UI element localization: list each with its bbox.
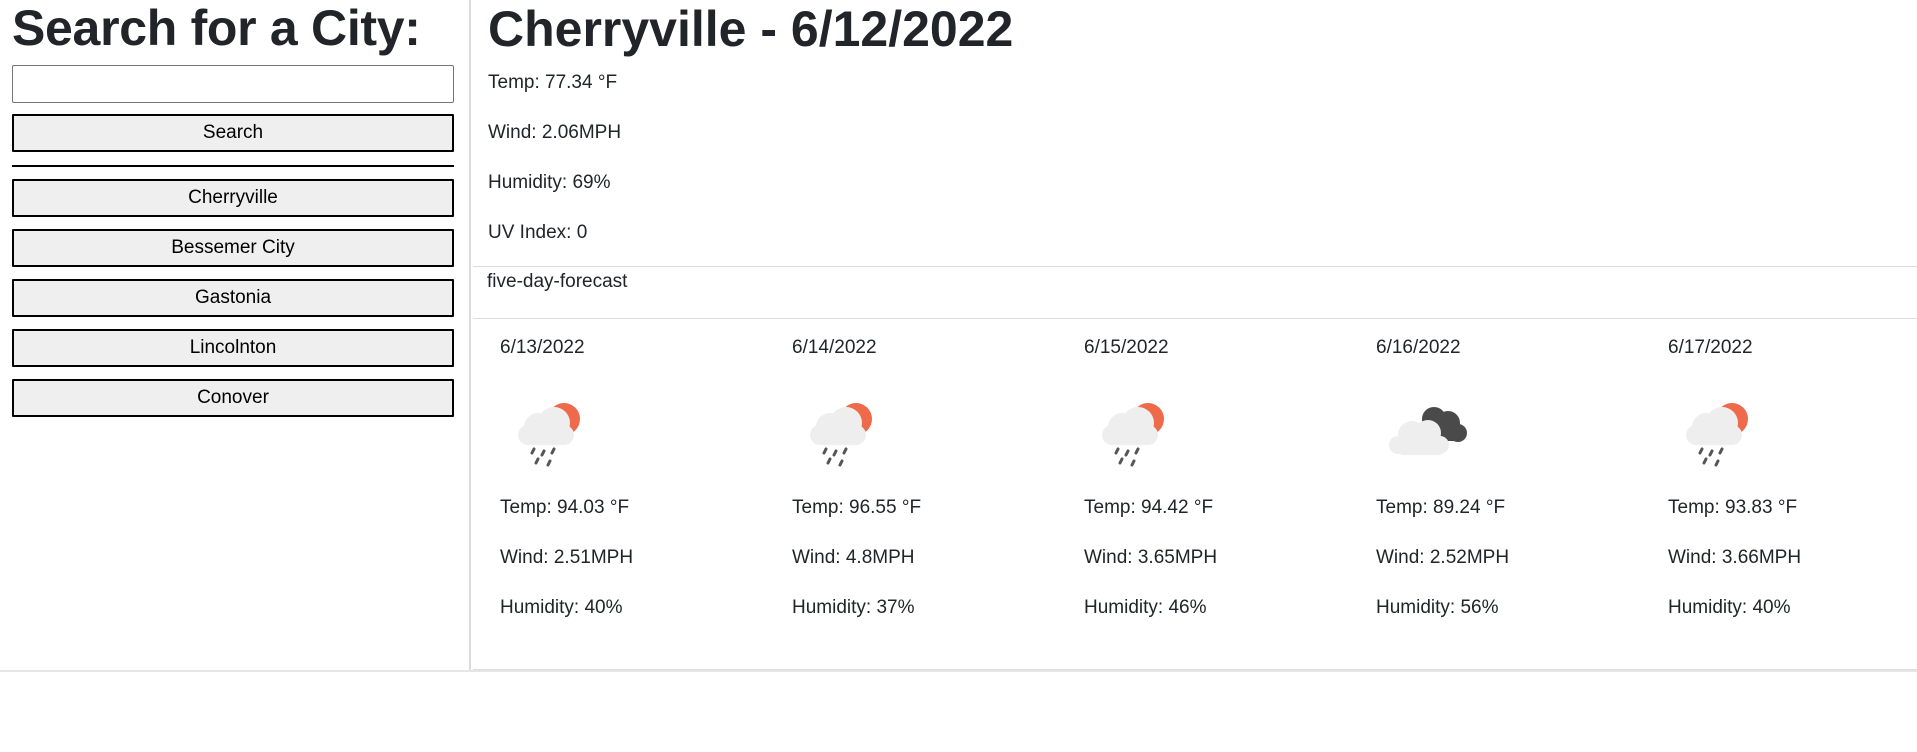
- forecast-date: 6/17/2022: [1668, 337, 1753, 358]
- current-city-title: Cherryville - 6/12/2022: [488, 1, 1014, 57]
- history-button-conover[interactable]: Conover: [12, 379, 454, 417]
- rain-sun-icon: [1686, 403, 1748, 467]
- forecast-humidity: Humidity: 37%: [792, 597, 915, 618]
- forecast-wind: Wind: 2.51MPH: [500, 547, 634, 568]
- forecast-humidity: Humidity: 40%: [1668, 597, 1791, 618]
- weather-dashboard: Search for a City: Search Cherryville Be…: [0, 0, 1917, 752]
- forecast-humidity: Humidity: 40%: [500, 597, 623, 618]
- history-button-cherryville[interactable]: Cherryville: [12, 179, 454, 217]
- search-sidebar: Search for a City: Search Cherryville Be…: [0, 0, 471, 672]
- forecast-wind: Wind: 4.8MPH: [792, 547, 915, 568]
- history-button-gastonia[interactable]: Gastonia: [12, 279, 454, 317]
- city-search-input[interactable]: [12, 65, 454, 103]
- current-wind: Wind: 2.06MPH: [488, 122, 622, 143]
- forecast-card: 6/16/2022 Temp: 89.24 °F Wind: 2.52MPH H…: [1349, 319, 1641, 669]
- forecast-date: 6/16/2022: [1376, 337, 1461, 358]
- rain-sun-icon: [1102, 403, 1164, 467]
- rain-sun-icon: [810, 403, 872, 467]
- forecast-date: 6/15/2022: [1084, 337, 1169, 358]
- forecast-row: 6/13/2022 Temp: 94.03 °F Wind: 2.51MPH H…: [473, 319, 1917, 671]
- forecast-date: 6/13/2022: [500, 337, 585, 358]
- search-title: Search for a City:: [12, 0, 421, 56]
- search-history-list: Cherryville Bessemer City Gastonia Linco…: [12, 179, 469, 417]
- forecast-card: 6/13/2022 Temp: 94.03 °F Wind: 2.51MPH H…: [473, 319, 765, 669]
- weather-main: Cherryville - 6/12/2022 Temp: 77.34 °F W…: [473, 0, 1917, 672]
- history-button-lincolnton[interactable]: Lincolnton: [12, 329, 454, 367]
- forecast-temp: Temp: 96.55 °F: [792, 497, 922, 518]
- broken-clouds-icon: [1389, 407, 1467, 455]
- sidebar-divider: [12, 165, 454, 167]
- current-weather: Cherryville - 6/12/2022 Temp: 77.34 °F W…: [473, 0, 1917, 267]
- forecast-temp: Temp: 89.24 °F: [1376, 497, 1506, 518]
- history-button-bessemer-city[interactable]: Bessemer City: [12, 229, 454, 267]
- forecast-date: 6/14/2022: [792, 337, 877, 358]
- forecast-wind: Wind: 3.65MPH: [1084, 547, 1218, 568]
- forecast-wind: Wind: 3.66MPH: [1668, 547, 1802, 568]
- search-button[interactable]: Search: [12, 114, 454, 152]
- forecast-card: 6/17/2022 Temp: 93.83 °F Wind: 3.66MPH H…: [1641, 319, 1917, 669]
- forecast-card: 6/15/2022 Temp: 94.42 °F Wind: 3.65MPH H…: [1057, 319, 1349, 669]
- forecast-temp: Temp: 94.03 °F: [500, 497, 630, 518]
- forecast-humidity: Humidity: 46%: [1084, 597, 1207, 618]
- forecast-humidity: Humidity: 56%: [1376, 597, 1499, 618]
- forecast-temp: Temp: 94.42 °F: [1084, 497, 1214, 518]
- forecast-header: five-day-forecast: [473, 267, 1917, 319]
- current-temp: Temp: 77.34 °F: [488, 72, 618, 93]
- forecast-temp: Temp: 93.83 °F: [1668, 497, 1798, 518]
- current-humidity: Humidity: 69%: [488, 172, 611, 193]
- page-bottom-divider: [0, 670, 1917, 672]
- rain-sun-icon: [518, 403, 580, 467]
- forecast-wind: Wind: 2.52MPH: [1376, 547, 1510, 568]
- forecast-card: 6/14/2022 Temp: 96.55 °F Wind: 4.8MPH Hu…: [765, 319, 1057, 669]
- current-uv-index: UV Index: 0: [488, 222, 588, 243]
